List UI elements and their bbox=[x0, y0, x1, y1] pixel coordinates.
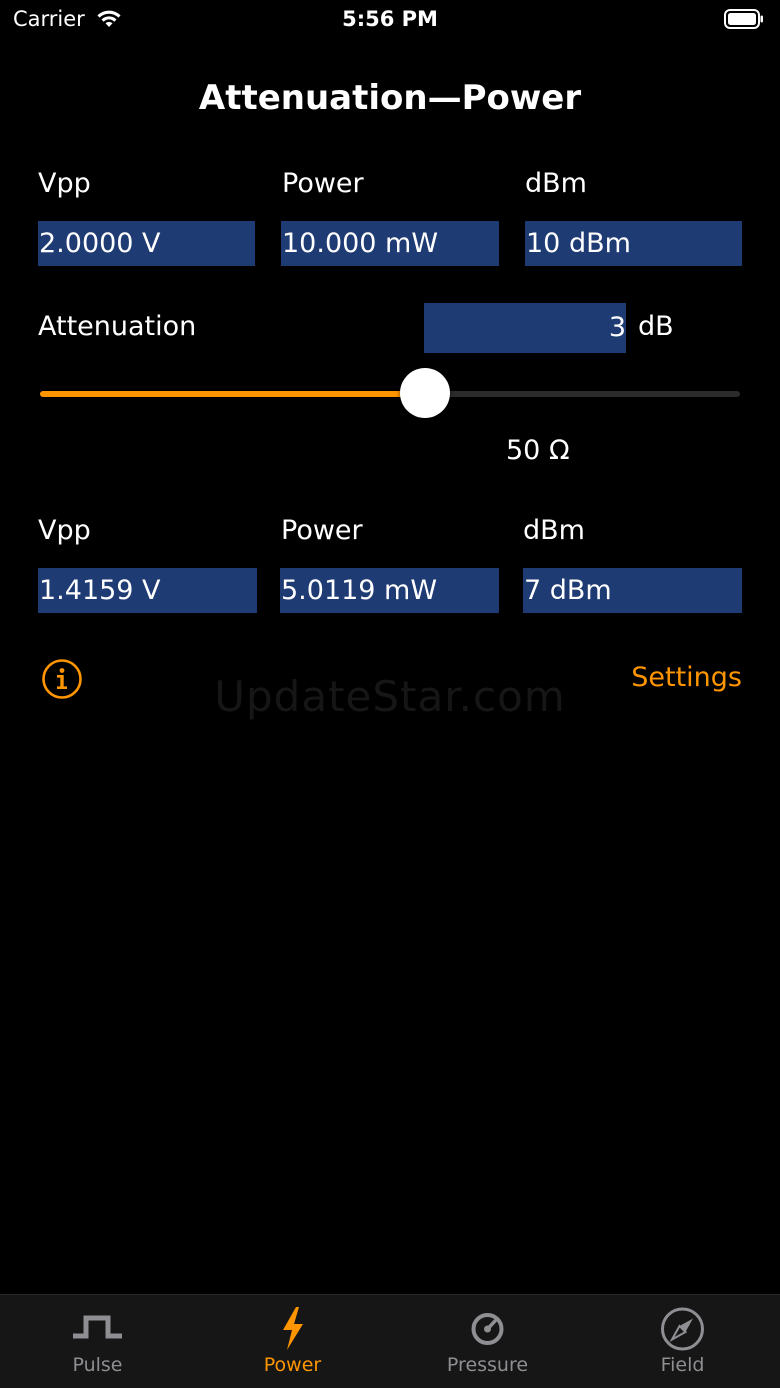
input-power-label: Power bbox=[282, 168, 364, 199]
tab-field-label: Field bbox=[660, 1354, 705, 1376]
tab-pressure[interactable]: Pressure bbox=[390, 1294, 585, 1387]
status-bar: Carrier 5:56 PM bbox=[0, 0, 780, 40]
tab-field[interactable]: Field bbox=[585, 1294, 780, 1387]
tab-pulse[interactable]: Pulse bbox=[0, 1294, 195, 1387]
attenuation-field[interactable]: 3 bbox=[424, 303, 626, 353]
input-power-field[interactable]: 10.000 mW bbox=[281, 221, 499, 266]
pulse-icon bbox=[73, 1315, 122, 1339]
impedance-label: 50 Ω bbox=[506, 435, 570, 466]
input-vpp-label: Vpp bbox=[38, 168, 91, 199]
input-vpp-field[interactable]: 2.0000 V bbox=[38, 221, 255, 266]
output-power-label: Power bbox=[281, 515, 363, 546]
status-time: 5:56 PM bbox=[342, 7, 438, 31]
input-dbm-label: dBm bbox=[525, 168, 587, 199]
output-vpp-field: 1.4159 V bbox=[38, 568, 257, 613]
attenuation-slider-fill bbox=[40, 391, 425, 397]
page-title: Attenuation—Power bbox=[198, 78, 582, 118]
lightning-icon bbox=[283, 1307, 303, 1350]
attenuation-slider-thumb[interactable] bbox=[400, 368, 450, 418]
input-dbm-field[interactable]: 10 dBm bbox=[525, 221, 742, 266]
output-vpp-label: Vpp bbox=[38, 515, 91, 546]
info-icon[interactable] bbox=[41, 658, 83, 700]
settings-button[interactable]: Settings bbox=[600, 662, 742, 693]
output-dbm-label: dBm bbox=[523, 515, 585, 546]
gauge-icon bbox=[471, 1313, 504, 1345]
compass-icon bbox=[661, 1307, 704, 1351]
tab-power[interactable]: Power bbox=[195, 1294, 390, 1387]
attenuation-unit: dB bbox=[638, 311, 674, 342]
tab-power-label: Power bbox=[263, 1354, 322, 1376]
tab-pressure-label: Pressure bbox=[446, 1354, 529, 1376]
attenuation-label: Attenuation bbox=[38, 311, 197, 342]
output-dbm-field: 7 dBm bbox=[523, 568, 742, 613]
output-power-field: 5.0119 mW bbox=[280, 568, 499, 613]
battery-icon bbox=[724, 9, 763, 29]
tab-pulse-label: Pulse bbox=[72, 1354, 123, 1376]
